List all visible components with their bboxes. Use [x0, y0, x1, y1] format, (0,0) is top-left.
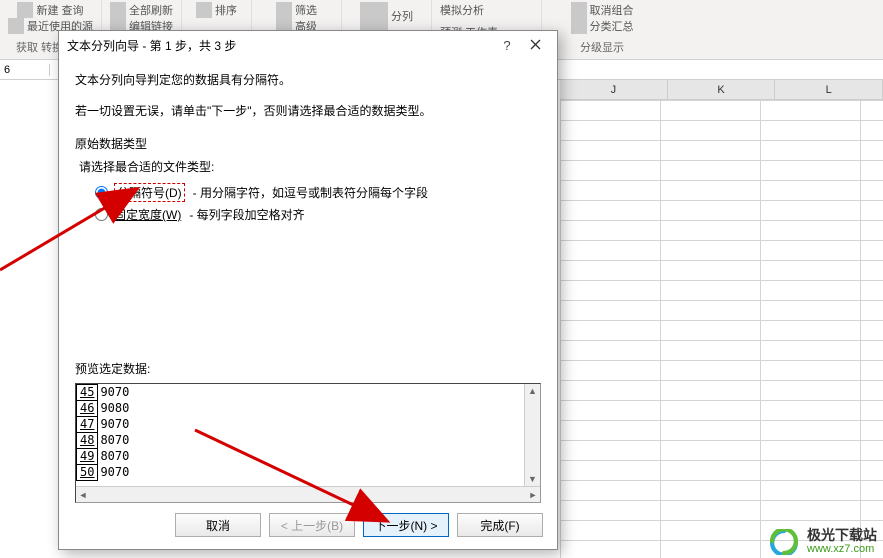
text-to-columns-wizard-dialog: 文本分列向导 - 第 1 步，共 3 步 ? 文本分列向导判定您的数据具有分隔符… — [58, 30, 558, 550]
ribbon-ungroup[interactable]: 取消组合 — [571, 2, 634, 18]
preview-scrollbar-vertical[interactable]: ▲ ▼ — [524, 384, 540, 486]
preview-row: 469080 — [77, 401, 133, 417]
scroll-up-icon[interactable]: ▲ — [526, 384, 540, 398]
dialog-titlebar: 文本分列向导 - 第 1 步，共 3 步 ? — [59, 31, 557, 59]
close-button[interactable] — [521, 38, 549, 53]
preview-row-value: 8070 — [98, 449, 133, 465]
ribbon-sort[interactable]: 排序 — [196, 2, 237, 18]
preview-row: 498070 — [77, 449, 133, 465]
col-header[interactable]: L — [775, 80, 883, 99]
preview-row-number: 47 — [77, 417, 98, 433]
column-headers: J K L — [560, 80, 883, 100]
preview-row-value: 9070 — [98, 417, 133, 433]
wizard-description-1: 文本分列向导判定您的数据具有分隔符。 — [75, 71, 541, 88]
wizard-description-2: 若一切设置无误，请单击"下一步"，否则请选择最合适的数据类型。 — [75, 102, 541, 119]
scroll-down-icon[interactable]: ▼ — [526, 472, 540, 486]
preview-row-value: 8070 — [98, 433, 133, 449]
preview-row-value: 9070 — [98, 385, 133, 401]
preview-row: 488070 — [77, 433, 133, 449]
watermark: 极光下载站 www.xz7.com — [767, 528, 877, 556]
name-box[interactable]: 6 — [0, 64, 50, 76]
preview-table: 459070469080479070488070498070509070 — [76, 384, 133, 481]
close-icon — [530, 39, 541, 50]
preview-row-number: 49 — [77, 449, 98, 465]
finish-button[interactable]: 完成(F) — [457, 513, 543, 537]
scroll-right-icon[interactable]: ► — [526, 488, 540, 502]
back-button: < 上一步(B) — [269, 513, 355, 537]
radio-delimited-hint: - 用分隔字符，如逗号或制表符分隔每个字段 — [193, 184, 428, 201]
group-legend: 原始数据类型 — [75, 135, 541, 152]
radio-fixed-hint: - 每列字段加空格对齐 — [189, 206, 304, 223]
ribbon-group-label: 分级显示 — [580, 39, 624, 57]
preview-row-number: 50 — [77, 465, 98, 481]
radio-delimited-label: 分隔符号(D) — [114, 183, 185, 202]
preview-row-number: 45 — [77, 385, 98, 401]
ribbon-group-outline: 取消组合 分类汇总 分级显示 — [542, 0, 662, 59]
scroll-left-icon[interactable]: ◄ — [76, 488, 90, 502]
dialog-button-row: 取消 < 上一步(B) 下一步(N) > 完成(F) — [59, 503, 557, 549]
watermark-name: 极光下载站 — [807, 528, 877, 542]
next-button[interactable]: 下一步(N) > — [363, 513, 449, 537]
preview-row-number: 46 — [77, 401, 98, 417]
col-header[interactable]: K — [668, 80, 776, 99]
help-button[interactable]: ? — [493, 38, 521, 53]
col-header[interactable]: J — [560, 80, 668, 99]
watermark-url: www.xz7.com — [807, 542, 877, 556]
radio-delimited[interactable] — [95, 186, 108, 199]
ribbon-text-to-columns[interactable]: 分列 — [360, 2, 413, 30]
radio-fixed-label: 固定宽度(W) — [114, 206, 181, 223]
preview-box: 459070469080479070488070498070509070 ▲ ▼… — [75, 383, 541, 503]
ribbon-new-query[interactable]: 新建 查询 — [17, 2, 83, 18]
preview-row-number: 48 — [77, 433, 98, 449]
ribbon-refresh-all[interactable]: 全部刷新 — [110, 2, 173, 18]
preview-row-value: 9080 — [98, 401, 133, 417]
preview-row: 479070 — [77, 417, 133, 433]
cancel-button[interactable]: 取消 — [175, 513, 261, 537]
grid-cells[interactable] — [560, 100, 883, 558]
ribbon-filter[interactable]: 筛选 — [276, 2, 317, 18]
radio-delimited-row[interactable]: 分隔符号(D) - 用分隔字符，如逗号或制表符分隔每个字段 — [95, 183, 541, 202]
preview-scrollbar-horizontal[interactable]: ◄ ► — [76, 486, 540, 502]
radio-fixed-width[interactable] — [95, 208, 108, 221]
preview-row-value: 9070 — [98, 465, 133, 481]
file-type-instruction: 请选择最合适的文件类型: — [79, 158, 541, 175]
original-data-type-group: 原始数据类型 请选择最合适的文件类型: 分隔符号(D) - 用分隔字符，如逗号或… — [75, 135, 541, 227]
preview-row: 459070 — [77, 385, 133, 401]
preview-row: 509070 — [77, 465, 133, 481]
radio-fixed-row[interactable]: 固定宽度(W) - 每列字段加空格对齐 — [95, 206, 541, 223]
ribbon-whatif[interactable]: 模拟分析 — [440, 2, 484, 18]
ribbon-subtotal[interactable]: 分类汇总 — [571, 18, 634, 34]
preview-label: 预览选定数据: — [75, 360, 541, 377]
dialog-title: 文本分列向导 - 第 1 步，共 3 步 — [67, 37, 493, 54]
watermark-logo-icon — [767, 529, 801, 555]
